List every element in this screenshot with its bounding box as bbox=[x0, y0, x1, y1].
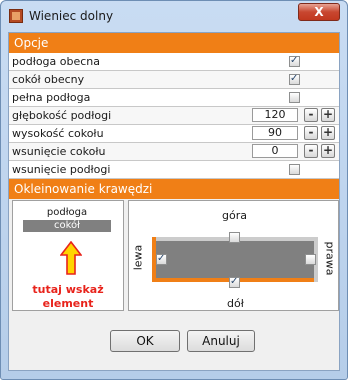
app-icon bbox=[9, 9, 23, 23]
option-label: głębokość podłogi bbox=[12, 109, 112, 122]
panel-preview bbox=[156, 241, 314, 278]
option-row-floor-depth: głębokość podłogi 120 - + bbox=[9, 107, 339, 125]
bottom-edge-checkbox[interactable]: ✓ bbox=[229, 276, 240, 288]
right-edge-checkbox[interactable] bbox=[305, 254, 316, 265]
option-label: wysokość cokołu bbox=[12, 127, 104, 140]
dialog-content: Opcje podłoga obecna ✓ cokół obecny ✓ pe… bbox=[8, 32, 340, 371]
checkmark-icon: ✓ bbox=[157, 253, 166, 264]
title-bar[interactable]: Wieniec dolny X bbox=[1, 1, 347, 31]
select-element-hint: tutaj wskaż element bbox=[13, 283, 123, 311]
plinth-inset-input[interactable]: 0 bbox=[252, 144, 298, 158]
plinth-present-checkbox[interactable]: ✓ bbox=[289, 73, 300, 85]
close-button[interactable]: X bbox=[298, 3, 340, 21]
checkmark-icon: ✓ bbox=[290, 55, 299, 66]
plinth-height-minus-button[interactable]: - bbox=[304, 126, 318, 140]
floor-depth-minus-button[interactable]: - bbox=[304, 108, 318, 122]
option-row-plinth-height: wysokość cokołu 90 - + bbox=[9, 125, 339, 143]
floor-depth-input[interactable]: 120 bbox=[252, 108, 298, 122]
checkmark-icon: ✓ bbox=[230, 276, 239, 287]
up-arrow-icon bbox=[60, 241, 82, 275]
checkmark-icon: ✓ bbox=[290, 73, 299, 84]
option-label: cokół obecny bbox=[12, 73, 85, 86]
floor-depth-plus-button[interactable]: + bbox=[321, 108, 335, 122]
floor-inset-checkbox[interactable] bbox=[289, 164, 300, 175]
window-title: Wieniec dolny bbox=[29, 9, 114, 23]
element-list-panel: podłoga cokół tutaj wskaż element bbox=[12, 200, 124, 311]
dialog-window: Wieniec dolny X Opcje podłoga obecna ✓ c… bbox=[0, 0, 348, 380]
floor-present-checkbox[interactable]: ✓ bbox=[289, 55, 300, 67]
plinth-height-plus-button[interactable]: + bbox=[321, 126, 335, 140]
option-row-floor-inset: wsunięcie podłogi bbox=[9, 161, 339, 179]
plinth-inset-minus-button[interactable]: - bbox=[304, 144, 318, 158]
cancel-button[interactable]: Anuluj bbox=[187, 330, 255, 352]
option-row-full-floor: pełna podłoga bbox=[9, 89, 339, 107]
dialog-footer: OK Anuluj bbox=[9, 313, 339, 354]
plinth-inset-plus-button[interactable]: + bbox=[321, 144, 335, 158]
option-row-floor-present: podłoga obecna ✓ bbox=[9, 53, 339, 71]
options-header: Opcje bbox=[9, 33, 339, 53]
right-edge-label: prawa bbox=[323, 241, 337, 276]
option-row-plinth-inset: wsunięcie cokołu 0 - + bbox=[9, 143, 339, 161]
plinth-height-input[interactable]: 90 bbox=[252, 126, 298, 140]
element-item-floor[interactable]: podłoga bbox=[23, 207, 111, 219]
top-edge-checkbox[interactable] bbox=[229, 232, 240, 243]
option-label: podłoga obecna bbox=[12, 55, 101, 68]
element-item-plinth[interactable]: cokół bbox=[23, 220, 111, 232]
bottom-edge-label: dół bbox=[227, 297, 244, 310]
edge-selector-panel: góra dół lewa prawa ✓ ✓ bbox=[128, 200, 339, 311]
hint-line-2: element bbox=[42, 297, 94, 310]
top-edge-label: góra bbox=[222, 209, 247, 222]
full-floor-checkbox[interactable] bbox=[289, 92, 300, 103]
left-edge-label: lewa bbox=[131, 244, 145, 271]
left-edge-checkbox[interactable]: ✓ bbox=[156, 253, 167, 265]
edging-header: Okleinowanie krawędzi bbox=[9, 179, 339, 199]
option-label: pełna podłoga bbox=[12, 91, 91, 104]
ok-button[interactable]: OK bbox=[110, 330, 180, 352]
option-row-plinth-present: cokół obecny ✓ bbox=[9, 71, 339, 89]
option-label: wsunięcie cokołu bbox=[12, 145, 106, 158]
hint-line-1: tutaj wskaż bbox=[32, 283, 104, 296]
option-label: wsunięcie podłogi bbox=[12, 163, 111, 176]
